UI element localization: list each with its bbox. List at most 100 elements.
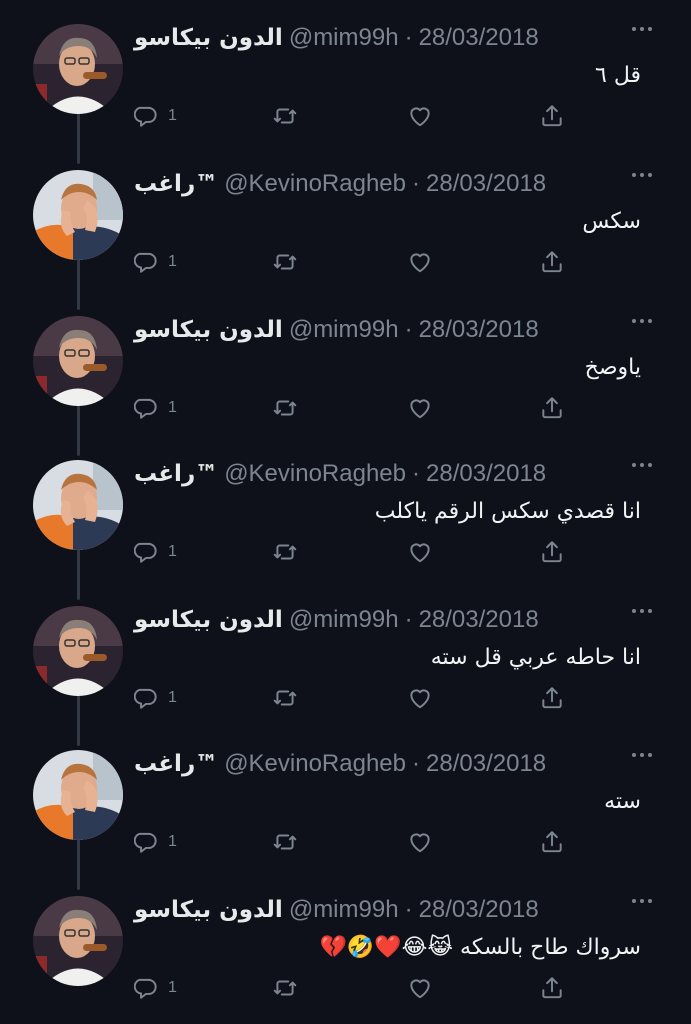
avatar-mim99h[interactable]	[33, 896, 123, 986]
more-icon[interactable]	[627, 14, 657, 44]
reply-button[interactable]: 1	[134, 244, 177, 280]
reply-icon	[134, 688, 157, 709]
like-button[interactable]	[407, 534, 433, 570]
tweet[interactable]: راغب™ @KevinoRagheb · 28/03/2018 سته 1	[0, 726, 691, 890]
reply-button[interactable]: 1	[134, 824, 177, 860]
display-name[interactable]: راغب™	[134, 751, 218, 777]
share-icon	[542, 977, 562, 999]
more-icon[interactable]	[627, 306, 657, 336]
user-handle[interactable]: @mim99h	[289, 896, 399, 924]
user-handle[interactable]: @mim99h	[289, 24, 399, 52]
like-button[interactable]	[407, 970, 433, 1006]
retweet-button[interactable]	[271, 680, 299, 716]
share-button[interactable]	[539, 98, 565, 134]
share-button[interactable]	[539, 824, 565, 860]
retweet-icon	[273, 834, 297, 850]
reply-count: 1	[168, 107, 177, 124]
like-button[interactable]	[407, 390, 433, 426]
display-name[interactable]: راغب™	[134, 461, 218, 487]
retweet-button[interactable]	[271, 244, 299, 280]
reply-count: 1	[168, 543, 177, 560]
tweet-date[interactable]: 28/03/2018	[419, 316, 539, 344]
reply-button[interactable]: 1	[134, 534, 177, 570]
like-button[interactable]	[407, 824, 433, 860]
reply-button[interactable]: 1	[134, 98, 177, 134]
tweet[interactable]: الدون بيكاسو @mim99h · 28/03/2018 قل ٦ 1	[0, 0, 691, 164]
heart-icon	[410, 543, 430, 563]
share-button[interactable]	[539, 534, 565, 570]
retweet-button[interactable]	[271, 970, 299, 1006]
display-name[interactable]: الدون بيكاسو	[134, 317, 283, 343]
more-icon[interactable]	[627, 886, 657, 916]
tweet-date[interactable]: 28/03/2018	[419, 606, 539, 634]
separator-dot: ·	[412, 750, 421, 777]
avatar-KevinoRagheb[interactable]	[33, 460, 123, 550]
user-handle[interactable]: @KevinoRagheb	[224, 460, 406, 488]
retweet-button[interactable]	[271, 534, 299, 570]
separator-dot: ·	[404, 316, 413, 343]
reply-button[interactable]: 1	[134, 680, 177, 716]
avatar-KevinoRagheb[interactable]	[33, 170, 123, 260]
heart-icon	[410, 107, 430, 127]
display-name[interactable]: الدون بيكاسو	[134, 25, 283, 51]
user-handle[interactable]: @KevinoRagheb	[224, 170, 406, 198]
display-name[interactable]: الدون بيكاسو	[134, 607, 283, 633]
reply-icon	[134, 542, 157, 563]
tweet-header: راغب™ @KevinoRagheb · 28/03/2018	[134, 744, 654, 784]
display-name[interactable]: راغب™	[134, 171, 218, 197]
tweet[interactable]: راغب™ @KevinoRagheb · 28/03/2018 انا قصد…	[0, 436, 691, 600]
retweet-icon	[273, 108, 297, 124]
separator-dot: ·	[404, 24, 413, 51]
avatar-KevinoRagheb[interactable]	[33, 750, 123, 840]
tweet-text: سكس	[582, 209, 641, 234]
like-button[interactable]	[407, 98, 433, 134]
tweet-actions: 1	[134, 244, 584, 280]
tweet-text: انا قصدي سكس الرقم ياكلب	[374, 499, 641, 524]
tweet[interactable]: الدون بيكاسو @mim99h · 28/03/2018 ياوصخ …	[0, 292, 691, 456]
tweet-text: قل ٦	[595, 63, 641, 88]
retweet-icon	[273, 980, 297, 996]
avatar-image	[33, 170, 123, 260]
like-button[interactable]	[407, 244, 433, 280]
avatar-mim99h[interactable]	[33, 316, 123, 406]
avatar-image	[33, 750, 123, 840]
tweet-actions: 1	[134, 824, 584, 860]
avatar-image	[33, 606, 123, 696]
more-icon[interactable]	[627, 160, 657, 190]
tweet-date[interactable]: 28/03/2018	[419, 896, 539, 924]
reply-count: 1	[168, 833, 177, 850]
user-handle[interactable]: @mim99h	[289, 606, 399, 634]
retweet-button[interactable]	[271, 390, 299, 426]
tweet[interactable]: راغب™ @KevinoRagheb · 28/03/2018 سكس 1	[0, 146, 691, 310]
share-button[interactable]	[539, 680, 565, 716]
retweet-button[interactable]	[271, 98, 299, 134]
user-handle[interactable]: @KevinoRagheb	[224, 750, 406, 778]
reply-count: 1	[168, 399, 177, 416]
reply-button[interactable]: 1	[134, 970, 177, 1006]
display-name[interactable]: الدون بيكاسو	[134, 897, 283, 923]
share-button[interactable]	[539, 970, 565, 1006]
conversation-thread: الدون بيكاسو @mim99h · 28/03/2018 قل ٦ 1	[0, 0, 691, 1024]
retweet-button[interactable]	[271, 824, 299, 860]
reply-button[interactable]: 1	[134, 390, 177, 426]
share-button[interactable]	[539, 390, 565, 426]
user-handle[interactable]: @mim99h	[289, 316, 399, 344]
avatar-mim99h[interactable]	[33, 24, 123, 114]
tweet[interactable]: الدون بيكاسو @mim99h · 28/03/2018 انا حا…	[0, 582, 691, 746]
more-icon[interactable]	[627, 740, 657, 770]
share-button[interactable]	[539, 244, 565, 280]
tweet-date[interactable]: 28/03/2018	[426, 460, 546, 488]
more-icon[interactable]	[627, 450, 657, 480]
heart-icon	[410, 399, 430, 419]
tweet-header: الدون بيكاسو @mim99h · 28/03/2018	[134, 890, 654, 930]
tweet-text: ياوصخ	[584, 355, 641, 380]
like-button[interactable]	[407, 680, 433, 716]
reply-icon	[134, 106, 157, 127]
avatar-mim99h[interactable]	[33, 606, 123, 696]
tweet-date[interactable]: 28/03/2018	[419, 24, 539, 52]
tweet-date[interactable]: 28/03/2018	[426, 170, 546, 198]
tweet[interactable]: الدون بيكاسو @mim99h · 28/03/2018 سرواك …	[0, 872, 691, 1016]
tweet-text: سرواك طاح بالسكه 😹😂❤️🤣💔	[319, 935, 641, 960]
more-icon[interactable]	[627, 596, 657, 626]
tweet-date[interactable]: 28/03/2018	[426, 750, 546, 778]
